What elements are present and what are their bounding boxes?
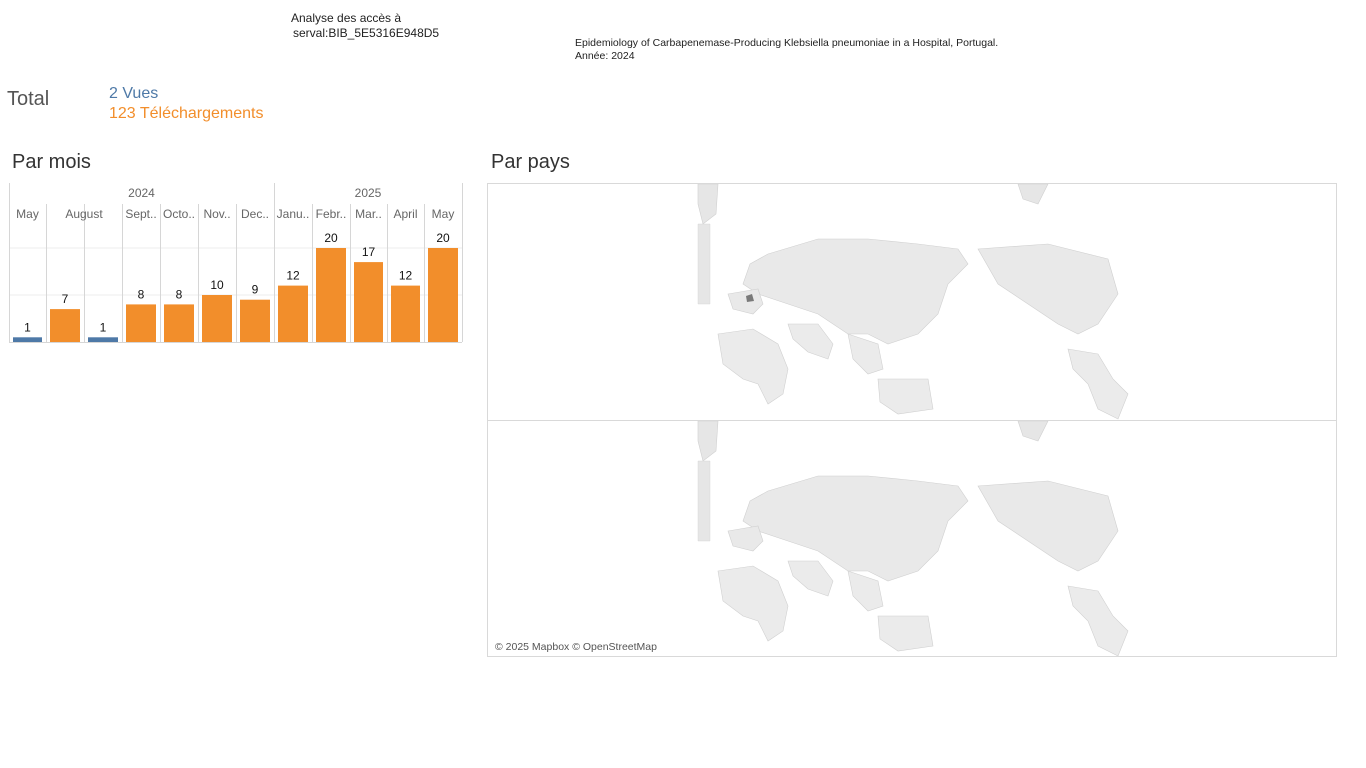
month-label-7: Janu.. — [277, 207, 310, 221]
data-label-downloads-8: 20 — [324, 231, 338, 245]
month-label-3: Sept.. — [125, 207, 156, 221]
country-section-title: Par pays — [491, 151, 570, 173]
month-label-8: Febr.. — [316, 207, 347, 221]
map-attribution: © 2025 Mapbox © OpenStreetMap — [495, 641, 657, 653]
bar-downloads-10 — [391, 285, 420, 342]
monthly-section-title: Par mois — [12, 151, 91, 173]
analysis-label: Analyse des accès à — [291, 11, 402, 25]
data-label-downloads-9: 17 — [362, 245, 376, 259]
bar-downloads-11 — [428, 248, 458, 342]
bar-downloads-9 — [354, 262, 383, 342]
data-label-views-2: 1 — [100, 320, 107, 334]
publication-year: Année: 2024 — [575, 50, 635, 62]
country-map[interactable]: © 2025 Mapbox © OpenStreetMap — [487, 183, 1337, 657]
bar-downloads-4 — [164, 304, 194, 342]
month-label-6: Dec.. — [241, 207, 269, 221]
bar-views-0 — [13, 337, 42, 342]
bar-downloads-7 — [278, 285, 308, 342]
bar-downloads-1 — [50, 309, 80, 342]
analysis-title: Analyse des accès à serval:BIB_5E5316E94… — [291, 11, 439, 41]
publication-title: Epidemiology of Carbapenemase-Producing … — [575, 37, 999, 49]
data-label-downloads-5: 10 — [210, 278, 224, 292]
data-label-downloads-3: 8 — [138, 287, 145, 301]
bar-downloads-3 — [126, 304, 156, 342]
downloads-total: 123 Téléchargements — [109, 105, 264, 122]
data-label-views-0: 1 — [24, 320, 31, 334]
data-label-downloads-11: 20 — [436, 231, 450, 245]
month-label-1: August — [65, 207, 103, 221]
month-label-0: May — [16, 207, 39, 221]
bar-downloads-5 — [202, 295, 232, 342]
year-label-0: 2024 — [128, 186, 155, 200]
bar-views-2 — [88, 337, 118, 342]
month-label-5: Nov.. — [203, 207, 230, 221]
month-label-10: April — [393, 207, 417, 221]
analysis-record-id: serval:BIB_5E5316E948D5 — [293, 26, 440, 40]
publication-info: Epidemiology of Carbapenemase-Producing … — [575, 37, 998, 63]
monthly-bar-chart: 2024 2025 May August Sept.. Octo.. Nov.. Dec.. J… — [9, 183, 463, 343]
year-label-1: 2025 — [355, 186, 382, 200]
map-divider — [488, 420, 1336, 421]
month-label-9: Mar.. — [355, 207, 382, 221]
data-label-downloads-1: 7 — [62, 292, 69, 306]
bar-downloads-8 — [316, 248, 346, 342]
total-label: Total — [7, 88, 50, 110]
bar-downloads-6 — [240, 299, 270, 342]
data-label-downloads-10: 12 — [399, 269, 413, 283]
data-label-downloads-7: 12 — [286, 269, 300, 283]
month-label-4: Octo.. — [163, 207, 195, 221]
month-label-11: May — [432, 207, 455, 221]
views-total: 2 Vues — [109, 85, 159, 102]
data-label-downloads-4: 8 — [176, 287, 183, 301]
data-label-downloads-6: 9 — [252, 283, 259, 297]
